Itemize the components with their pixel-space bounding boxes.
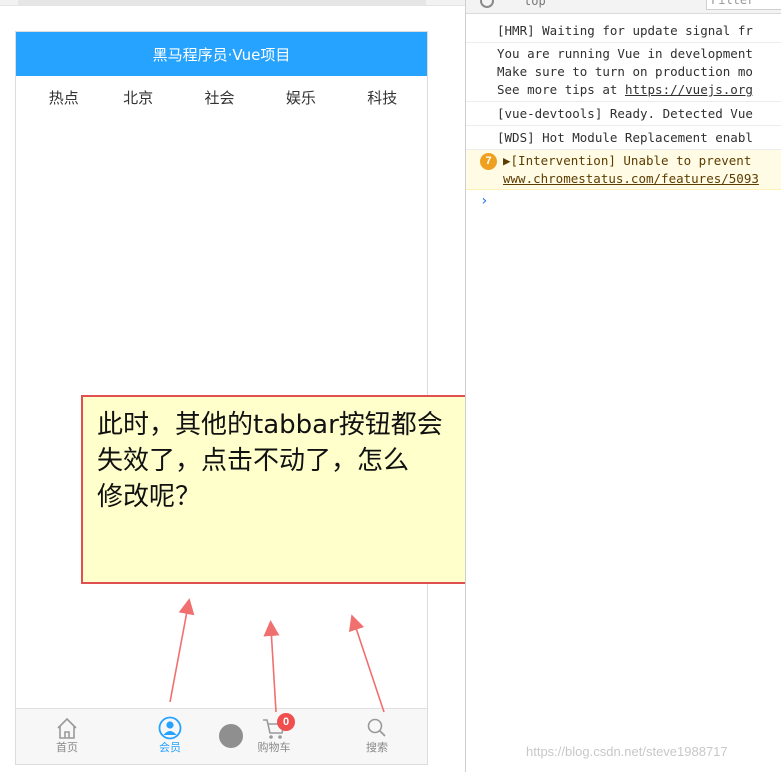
console-warning: 7 ▶[Intervention] Unable to prevent www.c… <box>466 150 781 190</box>
annotation-line-3: 修改呢？ <box>97 482 202 512</box>
screen: 黑马程序员·Vue项目 热点 北京 社会 娱乐 科技 首页 会员 0 购物车 搜… <box>0 0 781 772</box>
home-icon <box>37 715 97 741</box>
search-icon <box>347 715 407 741</box>
category-tab-society[interactable]: 社会 <box>179 87 260 108</box>
user-icon <box>140 715 200 741</box>
tab-cart[interactable]: 0 购物车 <box>244 713 304 755</box>
category-tab-hot[interactable]: 热点 <box>16 87 97 108</box>
app-header: 黑马程序员·Vue项目 <box>16 32 427 76</box>
category-tab-beijing[interactable]: 北京 <box>97 87 178 108</box>
warning-count-badge: 7 <box>480 153 497 170</box>
tab-home[interactable]: 首页 <box>37 715 97 755</box>
tab-search[interactable]: 搜索 <box>347 715 407 755</box>
filter-input[interactable]: Filter <box>706 0 781 10</box>
console-link[interactable]: www.chromestatus.com/features/5093 <box>503 171 759 186</box>
console-link[interactable]: https://vuejs.org <box>625 82 753 97</box>
emulator-top-strip <box>0 0 466 6</box>
console-prompt-caret[interactable]: › <box>480 193 488 209</box>
devtools-console: top Filter [HMR] Waiting for update sign… <box>465 0 781 772</box>
tab-search-label: 搜索 <box>366 741 388 754</box>
tab-home-label: 首页 <box>56 741 78 754</box>
gray-dot-marker <box>219 724 243 748</box>
app-title: 黑马程序员·Vue项目 <box>152 45 291 64</box>
console-message: [WDS] Hot Module Replacement enabl <box>466 126 781 150</box>
tabbar: 首页 会员 0 购物车 搜索 <box>16 708 427 764</box>
news-category-tabs: 热点 北京 社会 娱乐 科技 <box>16 76 427 118</box>
tab-cart-label: 购物车 <box>257 741 291 754</box>
console-message: You are running Vue in development Make … <box>466 43 781 102</box>
annotation-line-1: 此时，其他的tabbar按钮都会 <box>97 410 443 440</box>
console-message: [vue-devtools] Ready. Detected Vue <box>466 102 781 126</box>
category-tab-entertainment[interactable]: 娱乐 <box>260 87 341 108</box>
watermark: https://blog.csdn.net/steve1988717 <box>526 744 728 759</box>
annotation-line-2: 失效了，点击不动了，怎么 <box>97 446 410 476</box>
console-toolbar: top Filter <box>466 0 781 14</box>
console-message: [HMR] Waiting for update signal fr <box>466 19 781 43</box>
clear-console-icon[interactable] <box>480 0 494 8</box>
cart-badge: 0 <box>277 713 295 731</box>
tab-member-label: 会员 <box>159 741 181 754</box>
tab-member[interactable]: 会员 <box>140 715 200 755</box>
cart-icon <box>244 715 304 741</box>
context-selector[interactable]: top <box>524 0 546 8</box>
category-tab-tech[interactable]: 科技 <box>342 87 423 108</box>
